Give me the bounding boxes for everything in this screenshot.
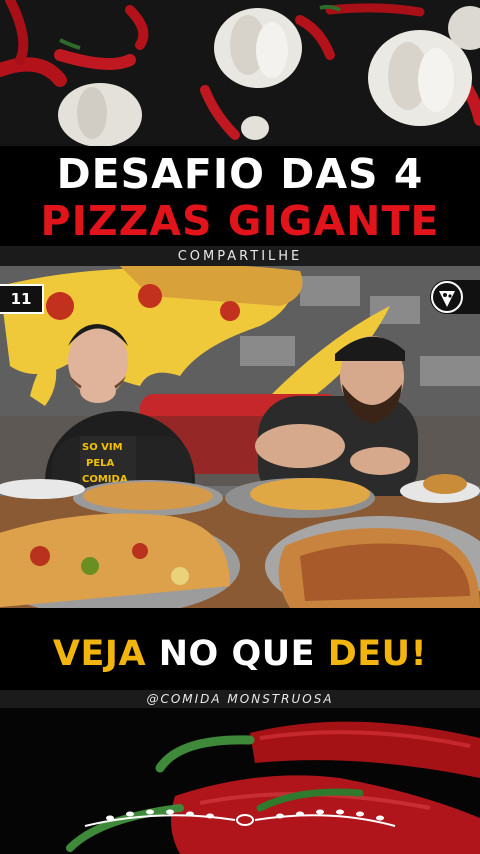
pizza-challenge-scene: SO VIM PELA COMIDA: [0, 266, 480, 608]
red-peppers-image: [0, 708, 480, 854]
pizza-slice-icon: [431, 281, 463, 313]
channel-logo-badge: [430, 280, 480, 314]
episode-badge: 11: [0, 284, 44, 314]
title-line-2: PIZZAS GIGANTE: [40, 197, 440, 245]
channel-handle: @COMIDA MONSTRUOSA: [0, 690, 480, 708]
shirt-text-2: PELA: [86, 458, 115, 469]
top-decorative-photo: [0, 0, 480, 150]
shirt-text-1: SO VIM: [82, 442, 123, 453]
cta-part-1: VEJA: [52, 634, 147, 674]
garlic-pepper-image: [0, 0, 480, 150]
title-line-1: DESAFIO DAS 4: [56, 150, 424, 198]
bottom-decorative-photo: [0, 708, 480, 854]
cta-part-3: DEU!: [327, 634, 428, 674]
cta-part-2: NO QUE: [146, 634, 328, 674]
cta-text: VEJA NO QUE DEU!: [0, 630, 480, 678]
share-label: COMPARTILHE: [0, 246, 480, 268]
video-frame[interactable]: SO VIM PELA COMIDA 11: [0, 266, 480, 608]
